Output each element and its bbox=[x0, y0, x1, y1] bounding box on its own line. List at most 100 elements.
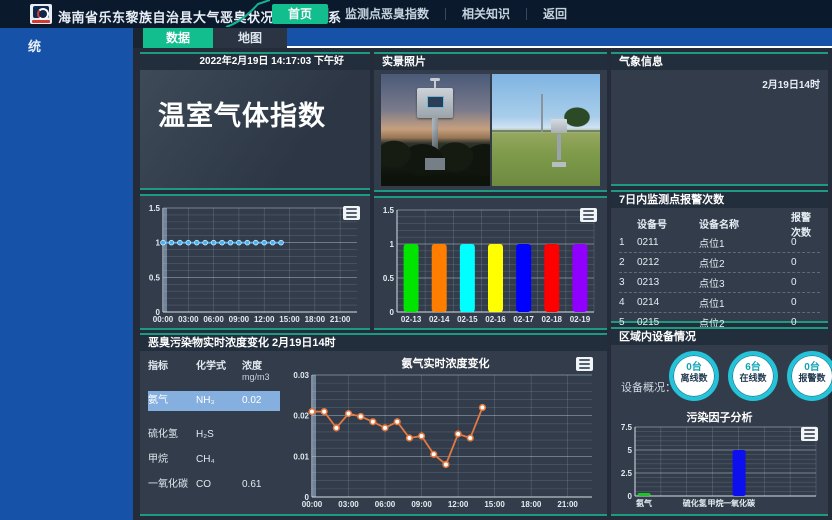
photo-row bbox=[381, 74, 600, 186]
nav-item-home[interactable]: 首页 bbox=[272, 4, 328, 24]
photos-panel-title: 实景照片 bbox=[374, 54, 607, 70]
tab-map[interactable]: 地图 bbox=[213, 28, 287, 48]
datetime-text: 2022年2月19日 14:17:03 下午好 bbox=[140, 54, 370, 70]
chart-daily-index: 0 0.5 1 1.5 02-13 02-14 02-15 02-16 02-17 02-18 02… bbox=[377, 202, 604, 331]
svg-text:02-13: 02-13 bbox=[401, 315, 422, 324]
svg-text:03:00: 03:00 bbox=[338, 500, 359, 509]
alarms-panel-title: 7日内监测点报警次数 bbox=[611, 192, 828, 208]
chart-toolbox-icon[interactable] bbox=[343, 206, 360, 220]
devices-panel-title: 区域内设备情况 bbox=[611, 329, 828, 345]
odor-panel: 恶臭污染物实时浓度变化 2月19日14时 指标化学式浓度mg/m3 氨气NH₃0.… bbox=[140, 333, 607, 516]
tab-data[interactable]: 数据 bbox=[143, 28, 213, 48]
svg-text:一氧化碳: 一氧化碳 bbox=[723, 498, 756, 507]
device-badges: 0台离线数6台在线数0台报警数 bbox=[669, 351, 832, 401]
chart-toolbox-icon[interactable] bbox=[801, 427, 818, 441]
app-logo-icon bbox=[30, 4, 52, 24]
table-row[interactable]: 甲烷CH₄ bbox=[148, 450, 280, 470]
svg-text:02-16: 02-16 bbox=[485, 315, 506, 324]
svg-text:0.01: 0.01 bbox=[293, 452, 309, 461]
svg-text:02-17: 02-17 bbox=[513, 315, 534, 324]
odor-panel-title: 恶臭污染物实时浓度变化 2月19日14时 bbox=[140, 335, 607, 351]
daily-index-panel: 0 0.5 1 1.5 02-13 02-14 02-15 02-16 02-17 02-18 02… bbox=[374, 196, 607, 330]
svg-text:21:00: 21:00 bbox=[330, 315, 351, 324]
svg-text:02-14: 02-14 bbox=[429, 315, 450, 324]
svg-text:12:00: 12:00 bbox=[448, 500, 469, 509]
svg-text:0.02: 0.02 bbox=[293, 412, 309, 421]
chart-pollution-factor: 0 2.5 5 7.5 氨气 硫化氢甲烷一氧化碳 bbox=[617, 423, 822, 512]
photo-field-station bbox=[492, 74, 601, 186]
table-row: 20212点位20 bbox=[619, 253, 820, 273]
svg-text:00:00: 00:00 bbox=[302, 500, 323, 509]
badge-online: 6台在线数 bbox=[728, 351, 778, 401]
badge-alarm: 0台报警数 bbox=[787, 351, 832, 401]
svg-text:1: 1 bbox=[156, 239, 161, 248]
svg-text:06:00: 06:00 bbox=[203, 315, 224, 324]
svg-text:甲烷: 甲烷 bbox=[708, 498, 724, 507]
svg-text:硫化氢: 硫化氢 bbox=[683, 498, 707, 507]
tab-strip: 数据 地图 bbox=[133, 28, 832, 48]
svg-text:7.5: 7.5 bbox=[621, 423, 633, 432]
device-overview-label: 设备概况： bbox=[621, 379, 676, 395]
table-row: 10211点位10 bbox=[619, 233, 820, 253]
svg-text:0: 0 bbox=[628, 492, 633, 501]
dashboard-screen: 海南省乐东黎族自治县大气恶臭状况实时发布系 首页监测点恶臭指数相关知识返回 统 … bbox=[0, 0, 832, 520]
svg-text:09:00: 09:00 bbox=[229, 315, 250, 324]
svg-text:02-18: 02-18 bbox=[542, 315, 563, 324]
table-row: 30213点位30 bbox=[619, 273, 820, 293]
weather-panel: 气象信息 2月19日14时 bbox=[611, 52, 828, 186]
ammonia-chart-area: 氨气实时浓度变化 00.010.020.0300:0003:0006:0009:… bbox=[284, 351, 607, 514]
top-bar: 海南省乐东黎族自治县大气恶臭状况实时发布系 首页监测点恶臭指数相关知识返回 bbox=[0, 0, 832, 28]
svg-text:06:00: 06:00 bbox=[375, 500, 396, 509]
odor-table-header: 指标化学式浓度mg/m3 bbox=[148, 357, 280, 383]
nav-swoosh-decoration bbox=[224, 0, 270, 27]
chart-greenhouse-trend: 00.511.500:0003:0006:0009:0012:0015:0018… bbox=[143, 200, 367, 331]
table-row[interactable]: 硫化氢H₂S bbox=[148, 425, 280, 445]
svg-text:0.5: 0.5 bbox=[149, 273, 161, 282]
alarms-panel: 7日内监测点报警次数 设备号设备名称报警次数10211点位1020212点位20… bbox=[611, 190, 828, 323]
weather-panel-title: 气象信息 bbox=[611, 54, 828, 70]
odor-table: 指标化学式浓度mg/m3 氨气NH₃0.02 硫化氢H₂S 甲烷CH₄ 一氧化碳CO0.… bbox=[140, 351, 284, 514]
photo-sunset-station bbox=[381, 74, 490, 186]
svg-text:15:00: 15:00 bbox=[279, 315, 300, 324]
svg-text:1.5: 1.5 bbox=[383, 206, 395, 215]
svg-text:12:00: 12:00 bbox=[254, 315, 275, 324]
table-row: 40214点位10 bbox=[619, 293, 820, 313]
svg-text:0.03: 0.03 bbox=[293, 371, 309, 380]
badge-offline: 0台离线数 bbox=[669, 351, 719, 401]
devices-panel: 区域内设备情况 设备概况： 0台离线数6台在线数0台报警数 污染因子分析 02.… bbox=[611, 327, 828, 516]
tab-strip-fill bbox=[287, 28, 832, 46]
svg-text:1: 1 bbox=[390, 240, 395, 249]
svg-text:02-15: 02-15 bbox=[457, 315, 478, 324]
svg-text:0: 0 bbox=[390, 308, 395, 317]
svg-text:氨气: 氨气 bbox=[636, 498, 652, 507]
svg-text:0.5: 0.5 bbox=[383, 274, 395, 283]
left-sidebar: 统 bbox=[0, 28, 133, 520]
chart-toolbox-icon[interactable] bbox=[576, 357, 593, 371]
page-title: 温室气体指数 bbox=[158, 94, 370, 133]
svg-text:15:00: 15:00 bbox=[484, 500, 505, 509]
photos-panel: 实景照片 bbox=[374, 52, 607, 192]
alarm-table-header: 设备号设备名称报警次数 bbox=[619, 214, 820, 233]
svg-text:5: 5 bbox=[628, 446, 633, 455]
svg-text:21:00: 21:00 bbox=[557, 500, 578, 509]
svg-text:03:00: 03:00 bbox=[178, 315, 199, 324]
weather-date: 2月19日14时 bbox=[762, 76, 820, 91]
svg-text:18:00: 18:00 bbox=[305, 315, 326, 324]
chart-toolbox-icon[interactable] bbox=[580, 208, 597, 222]
greeting-panel: 2022年2月19日 14:17:03 下午好 温室气体指数 bbox=[140, 52, 370, 190]
greeting-body: 温室气体指数 bbox=[140, 70, 370, 188]
nav-item-odor-index[interactable]: 监测点恶臭指数 bbox=[329, 4, 445, 24]
svg-text:02-19: 02-19 bbox=[570, 315, 591, 324]
nav-item-knowledge[interactable]: 相关知识 bbox=[446, 4, 526, 24]
svg-text:09:00: 09:00 bbox=[411, 500, 432, 509]
table-row[interactable]: 氨气NH₃0.02 bbox=[148, 391, 280, 411]
svg-text:1.5: 1.5 bbox=[149, 204, 161, 213]
svg-text:00:00: 00:00 bbox=[153, 315, 174, 324]
nav-item-back[interactable]: 返回 bbox=[527, 4, 583, 24]
greenhouse-trend-panel: 00.511.500:0003:0006:0009:0012:0015:0018… bbox=[140, 194, 370, 330]
main-nav: 首页监测点恶臭指数相关知识返回 bbox=[272, 4, 583, 24]
title-overflow-text: 统 bbox=[28, 36, 41, 55]
svg-text:2.5: 2.5 bbox=[621, 469, 633, 478]
chart-ammonia: 00.010.020.0300:0003:0006:0009:0012:0015… bbox=[286, 369, 604, 516]
table-row[interactable]: 一氧化碳CO0.61 bbox=[148, 475, 280, 495]
